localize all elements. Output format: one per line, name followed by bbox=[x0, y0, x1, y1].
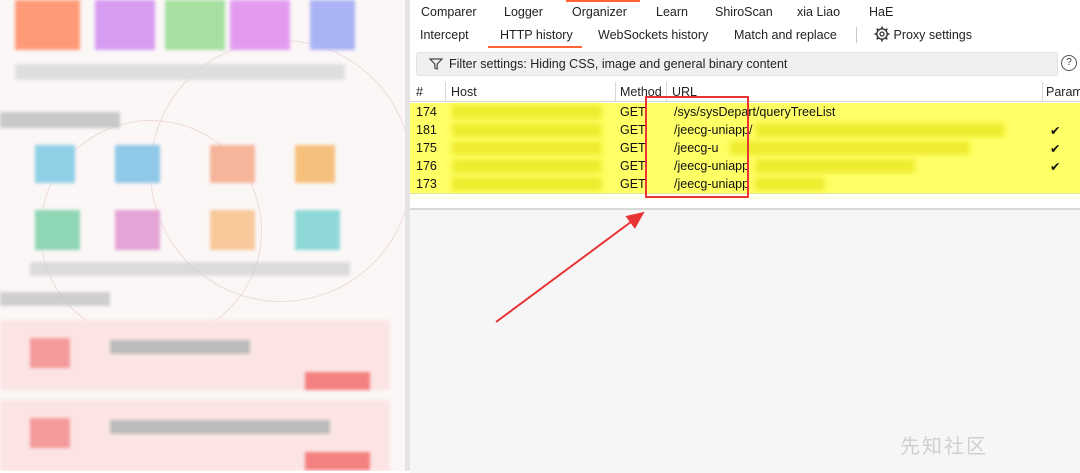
blurred-icon bbox=[30, 338, 70, 368]
blurred-icon bbox=[30, 418, 70, 448]
blurred-text bbox=[0, 292, 110, 306]
blurred-icon bbox=[230, 0, 290, 50]
blurred-icon bbox=[95, 0, 155, 50]
blurred-icon bbox=[210, 210, 255, 250]
blurred-icon bbox=[115, 145, 160, 183]
blurred-icon bbox=[165, 0, 225, 50]
blurred-icon bbox=[115, 210, 160, 250]
blurred-icon bbox=[310, 0, 355, 50]
burp-proxy-panel: Comparer Logger Organizer Learn ShiroSca… bbox=[410, 0, 1080, 473]
blurred-text bbox=[0, 112, 120, 128]
blurred-icon bbox=[15, 0, 80, 50]
blurred-icon bbox=[210, 145, 255, 183]
blurred-text bbox=[30, 262, 350, 276]
blurred-icon bbox=[295, 145, 335, 183]
annotation-arrow bbox=[495, 211, 645, 323]
blurred-icon bbox=[35, 210, 80, 250]
watermark: 先知社区 bbox=[900, 436, 988, 458]
blurred-text bbox=[110, 340, 250, 354]
blurred-left-panel bbox=[0, 0, 408, 471]
blurred-icon bbox=[295, 210, 340, 250]
blurred-text bbox=[110, 420, 330, 434]
blurred-button bbox=[305, 372, 370, 390]
blurred-text bbox=[15, 64, 345, 80]
blurred-icon bbox=[35, 145, 75, 183]
blurred-button bbox=[305, 452, 370, 470]
